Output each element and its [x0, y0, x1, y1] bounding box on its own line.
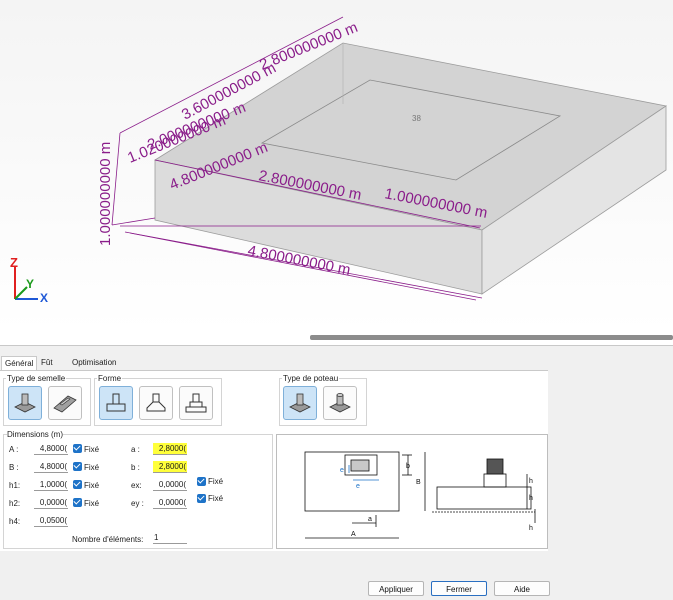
col-a-field[interactable]: 2,8000( — [153, 443, 187, 455]
round-column-icon — [329, 393, 351, 413]
3d-viewport[interactable]: 38 3.600000000 m 2.800000000 m 1.0200000… — [0, 0, 673, 332]
element-count-field[interactable]: 1 — [153, 532, 187, 544]
col-ey-fixed-checkbox[interactable] — [197, 494, 206, 503]
axis-z-label: Z — [10, 255, 18, 270]
schema-A-label: A — [351, 531, 356, 538]
dim-a-fixed-label: Fixé — [84, 445, 100, 454]
shape-tapered-icon — [146, 393, 166, 412]
dim-a-fixed-checkbox[interactable] — [73, 444, 82, 453]
dimensions-label: Dimensions (m) — [7, 430, 64, 439]
footing-type-label: Type de semelle — [6, 374, 67, 383]
dim-h2-fixed-checkbox[interactable] — [73, 498, 82, 507]
help-button[interactable]: Aide — [494, 581, 550, 596]
viewport-scrollbar[interactable] — [310, 335, 673, 340]
column-type-label: Type de poteau — [282, 374, 340, 383]
dim-h2-field[interactable]: 0,0000( — [34, 497, 68, 509]
schema-b-label: b — [406, 463, 410, 470]
dim-b-label: B : — [9, 463, 19, 472]
dim-b-fixed-checkbox[interactable] — [73, 462, 82, 471]
axis-x-label: X — [40, 291, 48, 305]
col-b-field[interactable]: 2,8000( — [153, 461, 187, 473]
round-column-button[interactable] — [323, 386, 357, 420]
axis-triad: Z Y X — [10, 255, 48, 305]
dim-h2-fixed-label: Fixé — [84, 499, 100, 508]
strip-footing-button[interactable] — [48, 386, 82, 420]
shape-label: Forme — [97, 374, 123, 383]
apply-button[interactable]: Appliquer — [368, 581, 424, 596]
col-ex-fixed-checkbox[interactable] — [197, 477, 206, 486]
dim-b-fixed-label: Fixé — [84, 463, 100, 472]
element-count-label: Nombre d'éléments: — [72, 535, 144, 544]
shape-rect-button[interactable] — [99, 386, 133, 420]
strip-footing-icon — [53, 395, 77, 413]
col-ex-field[interactable]: 0,0000( — [153, 479, 187, 491]
dim-h4-label: h4: — [9, 517, 21, 526]
col-b-label: b : — [131, 463, 140, 472]
col-ex-label: ex: — [131, 481, 142, 490]
rect-column-icon — [289, 393, 311, 413]
isolated-footing-icon — [14, 393, 36, 413]
tab-fut[interactable]: Fût — [38, 356, 56, 369]
tab-optimisation[interactable]: Optimisation — [69, 356, 119, 369]
col-ex-fixed-label: Fixé — [208, 477, 224, 486]
schema-h1-label: h — [529, 495, 533, 502]
dim-h2-label: h2: — [9, 499, 21, 508]
dim-h1-field[interactable]: 1,0000( — [34, 479, 68, 491]
schema-h2-label: h — [529, 478, 533, 485]
col-ey-field[interactable]: 0,0000( — [153, 497, 187, 509]
tab-general[interactable]: Général — [1, 356, 38, 370]
footing-schema-drawing: b B a A e e h h h — [304, 451, 536, 539]
schema-h4-label: h — [529, 525, 533, 532]
dim-h1-fixed-label: Fixé — [84, 481, 100, 490]
shape-tapered-button[interactable] — [139, 386, 173, 420]
node-label: 38 — [412, 114, 421, 123]
dim-a-field[interactable]: 4,8000( — [34, 443, 68, 455]
isolated-footing-button[interactable] — [8, 386, 42, 420]
schema-preview: b B a A e e h h h — [276, 434, 548, 549]
col-a-label: a : — [131, 445, 140, 454]
schema-ey-label: e — [340, 467, 344, 474]
schema-a-label: a — [368, 516, 372, 523]
shape-stepped-button[interactable] — [179, 386, 213, 420]
dim-b-field[interactable]: 4,8000( — [34, 461, 68, 473]
schema-ex-label: e — [356, 483, 360, 490]
col-ey-label: ey : — [131, 499, 144, 508]
dim-h1-fixed-checkbox[interactable] — [73, 480, 82, 489]
footing-3d-view: 38 3.600000000 m 2.800000000 m 1.0200000… — [10, 16, 668, 305]
dim-h4-field[interactable]: 0,0500( — [34, 515, 68, 527]
dim-label: 1.000000000 m — [97, 142, 114, 246]
close-button[interactable]: Fermer — [431, 581, 487, 596]
col-ey-fixed-label: Fixé — [208, 494, 224, 503]
schema-B-label: B — [416, 479, 421, 486]
axis-y-label: Y — [26, 277, 34, 291]
shape-rect-icon — [106, 393, 126, 412]
rect-column-button[interactable] — [283, 386, 317, 420]
dim-a-label: A : — [9, 445, 19, 454]
dim-h1-label: h1: — [9, 481, 21, 490]
shape-stepped-icon — [185, 393, 207, 413]
